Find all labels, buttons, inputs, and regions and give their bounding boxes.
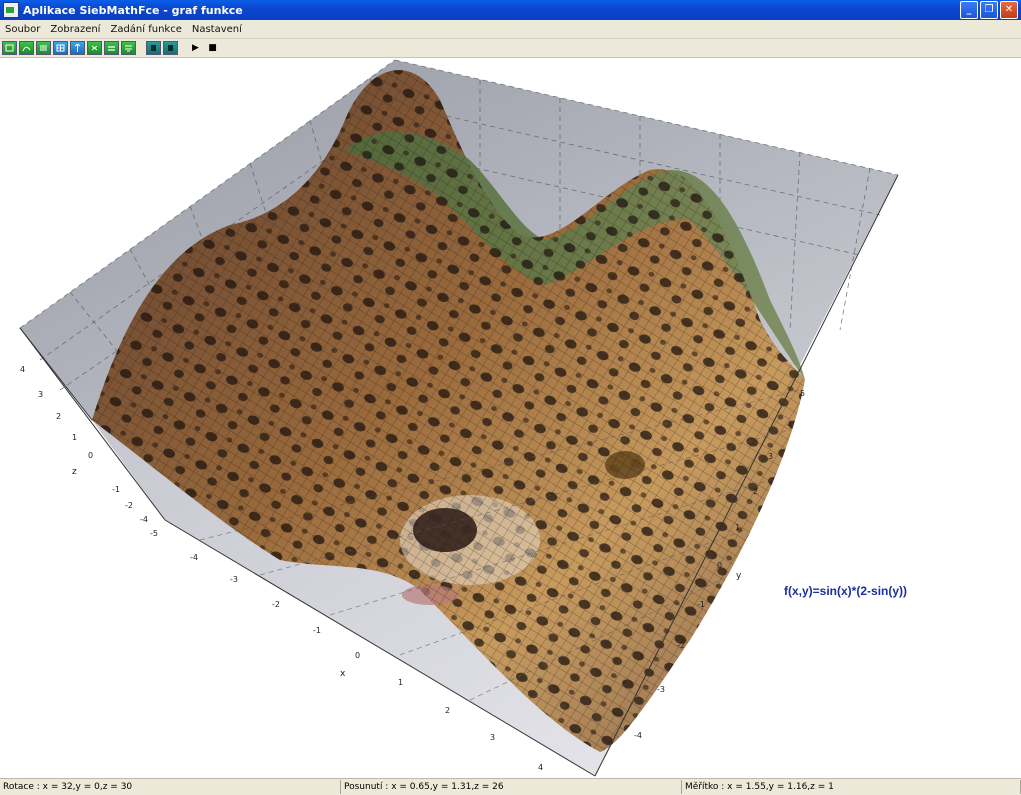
z-tick: -1: [112, 485, 120, 494]
view-icon: [168, 45, 173, 51]
texture-icon: [125, 45, 132, 52]
z-tick: -5: [150, 529, 158, 538]
y-tick: -1: [697, 600, 705, 609]
view-front-button[interactable]: [146, 41, 161, 55]
menu-zobrazeni[interactable]: Zobrazení: [45, 24, 105, 35]
window-title-bar[interactable]: Aplikace SiebMathFce - graf funkce _ ❐ ✕: [0, 0, 1021, 20]
open-button[interactable]: [19, 41, 34, 55]
curve-icon: [22, 46, 31, 52]
z-tick: 4: [20, 365, 25, 374]
app-icon: [3, 2, 19, 18]
z-tick: -4: [140, 515, 148, 524]
y-tick: 1: [735, 523, 740, 532]
z-tick: 2: [56, 412, 61, 421]
x-tick: -3: [230, 575, 238, 584]
z-tick: 1: [72, 433, 77, 442]
menu-bar: Soubor Zobrazení Zadání funkce Nastavení: [0, 20, 1021, 39]
x-tick: -4: [190, 553, 198, 562]
y-tick: -2: [677, 641, 685, 650]
new-graph-button[interactable]: [2, 41, 17, 55]
status-scale: Měřítko : x = 1.55,y = 1.16,z = 1: [682, 780, 1021, 794]
y-tick: 3: [768, 452, 773, 461]
window-title: Aplikace SiebMathFce - graf funkce: [23, 3, 243, 17]
status-shift: Posunutí : x = 0.65,y = 1.31,z = 26: [341, 780, 682, 794]
status-bar: Rotace : x = 32,y = 0,z = 30 Posunutí : …: [0, 778, 1021, 795]
menu-soubor[interactable]: Soubor: [0, 24, 45, 35]
y-tick: -3: [657, 685, 665, 694]
graph-svg: 4 3 2 1 0 -1 -2 -3 -4 -5 z -4 -3 -2 -1 0…: [19, 59, 899, 777]
status-rotation: Rotace : x = 32,y = 0,z = 30: [0, 780, 341, 794]
minimize-button[interactable]: _: [960, 1, 978, 19]
zoom-button[interactable]: [87, 41, 102, 55]
x-tick: 0: [355, 651, 360, 660]
cross-icon: [91, 45, 98, 51]
restore-button[interactable]: ❐: [980, 1, 998, 19]
y-axis-label: y: [736, 571, 742, 581]
z-axis-label: z: [72, 467, 77, 477]
stop-button[interactable]: ■: [205, 41, 220, 55]
menu-zadani-funkce[interactable]: Zadání funkce: [105, 24, 186, 35]
close-button[interactable]: ✕: [1000, 1, 1018, 19]
grid-button[interactable]: [53, 41, 68, 55]
axes-icon: [74, 44, 81, 52]
rotate-button[interactable]: [104, 41, 119, 55]
y-tick: 2: [753, 487, 758, 496]
function-formula: f(x,y)=sin(x)*(2-sin(y)): [784, 584, 908, 598]
x-tick: -2: [272, 600, 280, 609]
x-tick: -1: [313, 626, 321, 635]
y-tick: 0: [717, 561, 722, 570]
lines-icon: [40, 45, 47, 51]
z-tick: 0: [88, 451, 93, 460]
view-icon: [151, 45, 156, 51]
y-tick: 5: [800, 389, 805, 398]
graph-canvas[interactable]: 4 3 2 1 0 -1 -2 -3 -4 -5 z -4 -3 -2 -1 0…: [0, 58, 1021, 778]
toolbar: ▶ ■: [0, 39, 1021, 58]
x-tick: 2: [445, 706, 450, 715]
view-top-button[interactable]: [163, 41, 178, 55]
graph-icon: [5, 44, 14, 52]
y-tick: 4: [787, 420, 792, 429]
axes-button[interactable]: [70, 41, 85, 55]
play-button[interactable]: ▶: [188, 41, 203, 55]
x-tick: 1: [398, 678, 403, 687]
z-tick: 3: [38, 390, 43, 399]
menu-nastaveni[interactable]: Nastavení: [187, 24, 247, 35]
surface-icon: [108, 46, 115, 51]
texture-button[interactable]: [121, 41, 136, 55]
x-axis-label: x: [340, 669, 346, 679]
y-tick: -4: [634, 731, 642, 740]
x-tick: 4: [538, 763, 543, 772]
x-tick: 3: [490, 733, 495, 742]
grid-icon: [56, 44, 65, 52]
save-button[interactable]: [36, 41, 51, 55]
